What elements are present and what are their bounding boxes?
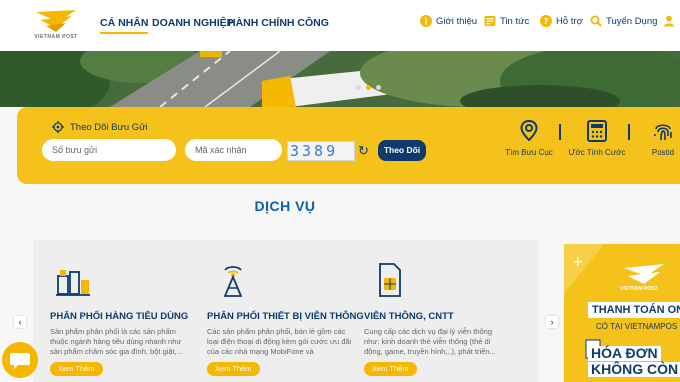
quick-action-uoc-tinh-cuoc[interactable]: Ước Tính Cước (566, 120, 628, 157)
fingerprint-icon (654, 124, 672, 141)
banner-highway-image (0, 51, 680, 107)
service-card-desc: Các sản phẩm phân phối, bán lẻ gồm các l… (207, 327, 352, 356)
service-card-desc: Cung cấp các dịch vụ đại lý viễn thông n… (364, 327, 496, 356)
xem-them-button[interactable]: Xem Thêm (364, 362, 417, 376)
xem-them-button[interactable]: Xem Thêm (50, 362, 103, 376)
crosshair-icon (52, 121, 64, 133)
consumer-goods-icon (56, 270, 90, 296)
banner-dot-active[interactable] (366, 85, 371, 90)
top-link-label: Tuyển Dụng (606, 15, 658, 27)
chat-bubble-icon (10, 353, 30, 369)
top-link-label: Tin tức (500, 15, 530, 27)
divider (559, 124, 561, 140)
nav-item-hanh-chinh-cong[interactable]: HÀNH CHÍNH CÔNG (228, 17, 329, 29)
top-link-label: Hỗ trợ (556, 15, 583, 27)
sim-card-icon (379, 263, 401, 297)
parcel-number-input[interactable]: Số bưu gửi (42, 139, 176, 161)
divider (628, 124, 630, 140)
banner-pagination (356, 85, 381, 90)
promo-big-line: HÓA ĐƠN (588, 346, 661, 361)
promo-headline: THANH TOÁN ON (588, 302, 680, 318)
captcha-placeholder: Mã xác nhận (195, 145, 247, 155)
tracking-title: Theo Dõi Bưu Gửi (52, 121, 148, 133)
quick-action-label: Postid (651, 148, 675, 157)
logo-text: VIETNAM POST (34, 34, 78, 40)
antenna-icon (223, 266, 243, 297)
chat-button[interactable] (2, 342, 38, 378)
quick-action-label: Tìm Bưu Cục (505, 148, 553, 157)
nav-item-ca-nhan[interactable]: CÁ NHÂN (100, 17, 149, 34)
captcha-input[interactable]: Mã xác nhận (185, 139, 282, 161)
svg-text:?: ? (544, 17, 549, 26)
top-link-tuyen-dung[interactable]: Tuyển Dụng (590, 15, 657, 27)
promo-banner[interactable]: + VIETNAM POST THANH TOÁN ON CÓ TẠI VIET… (564, 244, 680, 382)
top-link-label: Giới thiệu (436, 15, 478, 27)
top-header: VIETNAM POST CÁ NHÂN DOANH NGHIỆP HÀNH C… (0, 0, 680, 51)
svg-text:+: + (572, 254, 584, 270)
help-icon: ? (540, 15, 552, 27)
location-pin-icon (520, 120, 538, 142)
top-link-tin-tuc[interactable]: Tin tức (484, 15, 529, 27)
service-card-title: VIỄN THÔNG, CNTT (364, 311, 454, 322)
promo-logo-text: VIETNAM POST (620, 286, 658, 292)
captcha-image: 3389 (287, 141, 355, 161)
track-button[interactable]: Theo Dõi (378, 140, 426, 161)
promo-big-line: KHÔNG CÒN (588, 362, 680, 377)
news-icon (484, 16, 496, 26)
carousel-next-button[interactable]: › (546, 316, 558, 328)
account-button[interactable] (663, 15, 675, 27)
user-icon (664, 15, 674, 27)
captcha-text: 3389 (290, 142, 339, 160)
service-card-title: PHÂN PHỐI HÀNG TIÊU DÙNG (50, 311, 189, 322)
top-link-ho-tro[interactable]: ? Hỗ trợ (540, 15, 583, 27)
service-card-desc: Sản phẩm phân phối là các sản phẩm thuộc… (50, 327, 183, 356)
banner-dot[interactable] (376, 85, 381, 90)
info-icon (420, 15, 432, 27)
banner-dot[interactable] (356, 85, 361, 90)
service-card-title: PHÂN PHỐI THIẾT BỊ VIỄN THÔNG (207, 311, 364, 322)
services-heading: DỊCH VỤ (254, 198, 316, 214)
nav-item-doanh-nghiep[interactable]: DOANH NGHIỆP (152, 17, 234, 29)
top-link-gioi-thieu[interactable]: Giới thiệu (420, 15, 477, 27)
parcel-number-placeholder: Số bưu gửi (52, 145, 98, 155)
logo-wing-icon (36, 10, 76, 32)
promo-subline: CÓ TẠI VIETNAMPOS (596, 322, 678, 331)
hero-banner[interactable] (0, 51, 680, 107)
vietnampost-logo[interactable]: VIETNAM POST (32, 8, 80, 42)
quick-action-postid[interactable]: Postid (646, 120, 680, 157)
tracking-title-text: Theo Dõi Bưu Gửi (70, 121, 148, 133)
search-person-icon (590, 15, 602, 27)
carousel-prev-button[interactable]: ‹ (14, 316, 26, 328)
calculator-icon (587, 120, 607, 142)
refresh-captcha-icon[interactable]: ↻ (358, 143, 369, 159)
xem-them-button[interactable]: Xem Thêm (207, 362, 260, 376)
quick-action-tim-buu-cuc[interactable]: Tìm Bưu Cục (500, 120, 558, 157)
promo-big-text: HÓA ĐƠN KHÔNG CÒN (588, 346, 680, 378)
quick-action-label: Ước Tính Cước (568, 148, 626, 157)
